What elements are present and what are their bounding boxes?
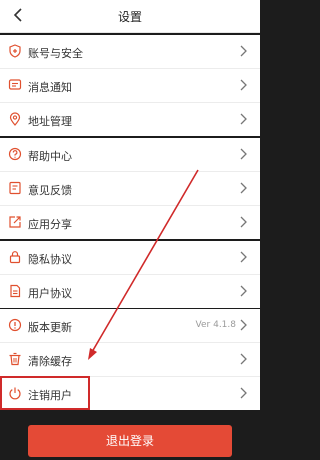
help-icon: [8, 147, 22, 161]
row-notifications[interactable]: 消息通知: [0, 69, 260, 103]
settings-group-support: 帮助中心 意见反馈 应用分享: [0, 138, 260, 239]
row-privacy-policy[interactable]: 隐私协议: [0, 241, 260, 275]
feedback-icon: [9, 181, 21, 195]
chevron-right-icon: [240, 113, 247, 125]
row-account-security[interactable]: 账号与安全: [0, 35, 260, 69]
settings-group-account: 账号与安全 消息通知 地址管理: [0, 35, 260, 136]
row-clear-cache[interactable]: 清除缓存: [0, 343, 260, 377]
row-label: 地址管理: [28, 115, 72, 128]
row-label: 注销用户: [28, 389, 72, 402]
location-pin-icon: [9, 112, 21, 126]
settings-group-agreements: 隐私协议 用户协议: [0, 241, 260, 308]
chevron-right-icon: [240, 216, 247, 228]
row-label: 用户协议: [28, 287, 72, 300]
row-label: 意见反馈: [28, 184, 72, 197]
row-label: 清除缓存: [28, 355, 72, 368]
version-value: Ver 4.1.8: [195, 320, 236, 330]
shield-icon: [9, 44, 21, 58]
page-title: 设置: [117, 10, 142, 24]
top-bar: 设置: [0, 0, 260, 33]
chevron-right-icon: [240, 148, 247, 160]
row-label: 应用分享: [28, 218, 72, 231]
row-label: 版本更新: [28, 321, 72, 334]
trash-icon: [9, 352, 21, 366]
lock-icon: [9, 251, 21, 264]
row-feedback[interactable]: 意见反馈: [0, 172, 260, 206]
row-app-share[interactable]: 应用分享: [0, 206, 260, 239]
chevron-right-icon: [240, 353, 247, 365]
row-label: 隐私协议: [28, 253, 72, 266]
row-version-update[interactable]: 版本更新 Ver 4.1.8: [0, 309, 260, 343]
row-label: 账号与安全: [28, 47, 83, 60]
row-user-agreement[interactable]: 用户协议: [0, 275, 260, 308]
chevron-right-icon: [240, 45, 247, 57]
power-icon: [9, 387, 21, 400]
info-icon: [8, 318, 22, 332]
row-address-management[interactable]: 地址管理: [0, 103, 260, 136]
settings-group-app: 版本更新 Ver 4.1.8 清除缓存 注销用户: [0, 309, 260, 410]
row-help-center[interactable]: 帮助中心: [0, 138, 260, 172]
chevron-right-icon: [240, 79, 247, 91]
message-icon: [8, 79, 22, 90]
chevron-right-icon: [240, 182, 247, 194]
chevron-right-icon: [240, 387, 247, 399]
row-label: 帮助中心: [28, 150, 72, 163]
document-icon: [10, 284, 21, 298]
chevron-right-icon: [240, 285, 247, 297]
chevron-right-icon: [240, 251, 247, 263]
logout-button[interactable]: 退出登录: [28, 425, 232, 457]
row-label: 消息通知: [28, 81, 72, 94]
chevron-right-icon: [240, 319, 247, 331]
share-icon: [9, 216, 21, 228]
row-deactivate-account[interactable]: 注销用户: [0, 377, 260, 410]
